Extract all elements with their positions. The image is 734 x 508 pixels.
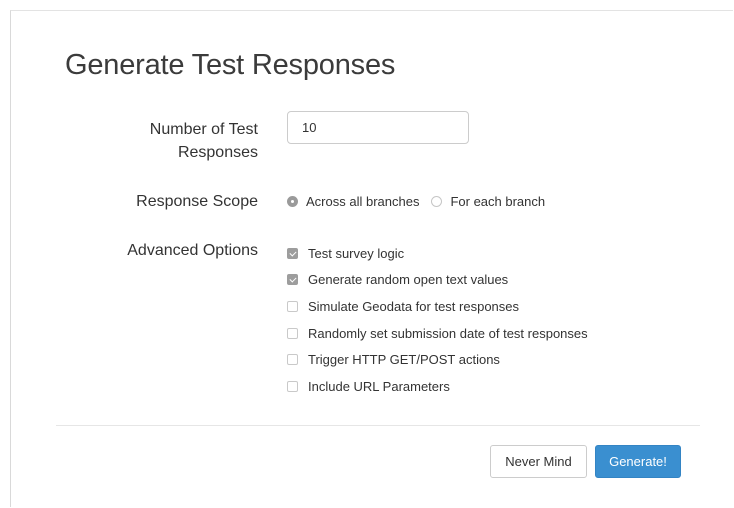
checkbox-label: Include URL Parameters (308, 378, 450, 394)
never-mind-button[interactable]: Never Mind (490, 445, 587, 478)
advanced-options-list: Test survey logic Generate random open t… (287, 240, 588, 400)
radio-button-selected[interactable] (287, 195, 298, 207)
advanced-options-label: Advanced Options (127, 242, 258, 259)
radio-label: Across all branches (306, 193, 420, 209)
checkbox-test-survey-logic[interactable]: Test survey logic (287, 240, 588, 267)
checkbox-random-submission-date[interactable]: Randomly set submission date of test res… (287, 320, 588, 347)
generate-button[interactable]: Generate! (595, 445, 681, 478)
checkbox[interactable] (287, 354, 298, 366)
response-scope-label: Response Scope (136, 193, 258, 210)
checkbox-trigger-http-actions[interactable]: Trigger HTTP GET/POST actions (287, 346, 588, 373)
radio-for-each-branch[interactable]: For each branch (431, 194, 545, 209)
dialog-title: Generate Test Responses (65, 49, 396, 81)
footer-divider (56, 425, 700, 426)
checkbox-include-url-parameters[interactable]: Include URL Parameters (287, 373, 588, 400)
checkbox-label: Trigger HTTP GET/POST actions (308, 352, 500, 368)
radio-label: For each branch (450, 193, 546, 209)
checkbox-checked[interactable] (287, 247, 298, 259)
checkbox-label: Generate random open text values (308, 272, 509, 288)
response-scope-radio-group: Across all branches For each branch (287, 191, 545, 211)
checkbox-label: Simulate Geodata for test responses (308, 298, 520, 314)
checkbox[interactable] (287, 327, 298, 339)
checkbox-label: Test survey logic (308, 245, 405, 261)
screen: Generate Test Responses Number of Test R… (0, 0, 734, 508)
num-responses-input[interactable] (287, 111, 469, 144)
checkbox-label: Randomly set submission date of test res… (308, 325, 588, 341)
generate-test-responses-dialog: Generate Test Responses Number of Test R… (10, 10, 733, 507)
num-responses-label: Number of Test Responses (149, 121, 258, 161)
checkbox-simulate-geodata[interactable]: Simulate Geodata for test responses (287, 293, 588, 320)
checkbox-random-open-text[interactable]: Generate random open text values (287, 267, 588, 294)
checkbox[interactable] (287, 300, 298, 312)
checkbox[interactable] (287, 380, 298, 392)
radio-button[interactable] (431, 195, 443, 207)
checkbox-checked[interactable] (287, 274, 298, 286)
radio-across-all-branches[interactable]: Across all branches (287, 194, 419, 209)
